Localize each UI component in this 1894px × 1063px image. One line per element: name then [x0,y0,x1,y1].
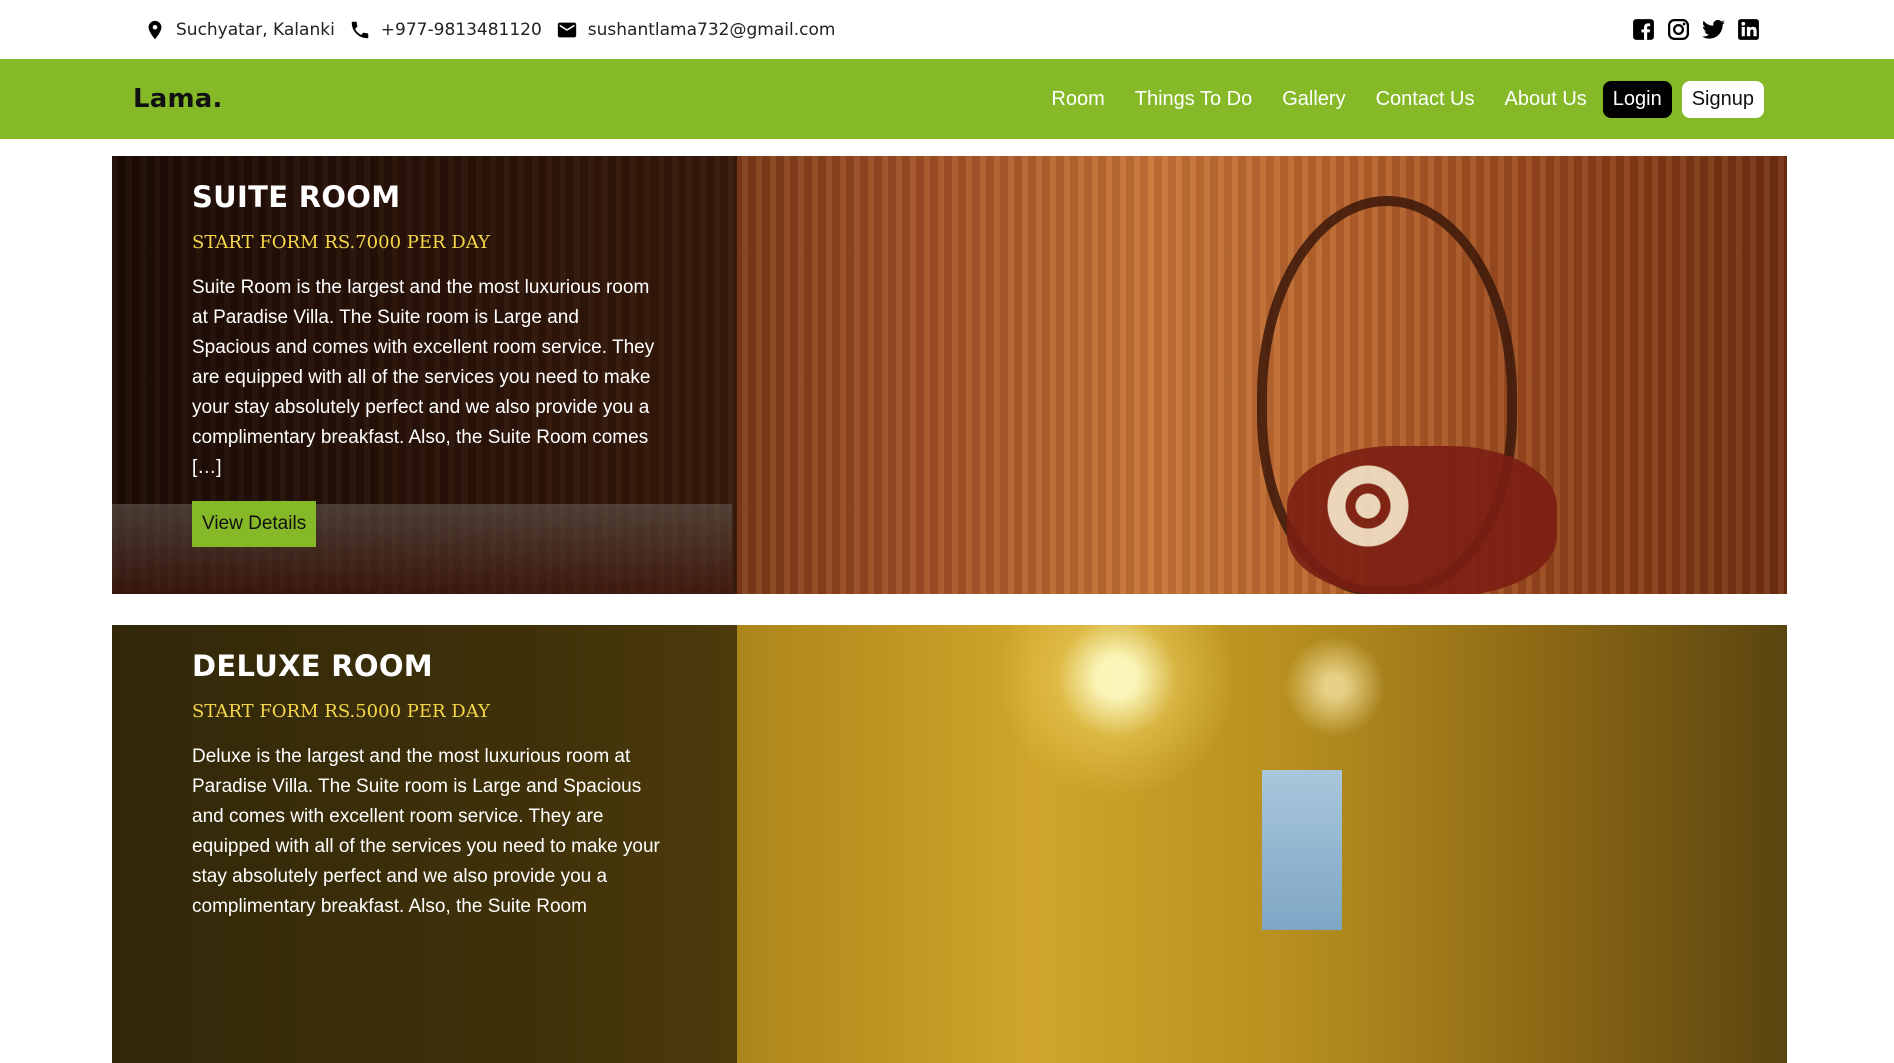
view-details-button[interactable]: View Details [192,501,317,547]
linkedin-icon[interactable] [1736,17,1761,42]
signup-button[interactable]: Signup [1681,80,1764,118]
main-navbar: Lama. Room Things To Do Gallery Contact … [0,59,1894,139]
location-icon [144,19,166,41]
room-card-suite: SUITE ROOM START FORM RS.7000 PER DAY Su… [112,156,1787,594]
nav-link-contact-us[interactable]: Contact Us [1376,88,1475,111]
room-description: Suite Room is the largest and the most l… [192,277,655,478]
room-card-content: DELUXE ROOM START FORM RS.5000 PER DAY D… [192,649,662,922]
room-title: SUITE ROOM [192,180,401,214]
phone-icon [349,19,371,41]
email-item[interactable]: sushantlama732@gmail.com [556,19,836,41]
nav-link-room[interactable]: Room [1051,88,1104,111]
top-contact-bar: Suchyatar, Kalanki +977-9813481120 susha… [0,0,1894,59]
address-text: Suchyatar, Kalanki [176,19,335,40]
room-title: DELUXE ROOM [192,649,433,683]
room-photo-cushion [1287,446,1557,594]
mail-icon [556,19,578,41]
room-price: START FORM RS.7000 PER DAY [192,232,490,253]
phone-text[interactable]: +977-9813481120 [381,20,542,40]
login-button[interactable]: Login [1602,80,1672,118]
nav-menu: Room Things To Do Gallery Contact Us Abo… [1021,80,1764,118]
twitter-icon[interactable] [1701,17,1726,42]
contact-info: Suchyatar, Kalanki +977-9813481120 susha… [144,19,839,41]
rooms-list: SUITE ROOM START FORM RS.7000 PER DAY Su… [0,139,1894,1063]
phone-item[interactable]: +977-9813481120 [349,19,542,41]
room-photo-window [1262,770,1342,930]
room-price: START FORM RS.5000 PER DAY [192,701,490,722]
facebook-icon[interactable] [1631,17,1656,42]
room-card-content: SUITE ROOM START FORM RS.7000 PER DAY Su… [192,180,662,547]
nav-link-about-us[interactable]: About Us [1505,88,1587,111]
room-description: Deluxe is the largest and the most luxur… [192,746,660,917]
brand-logo[interactable]: Lama. [133,84,223,114]
nav-link-gallery[interactable]: Gallery [1282,88,1345,111]
social-links [1631,17,1761,42]
email-text[interactable]: sushantlama732@gmail.com [588,20,836,40]
instagram-icon[interactable] [1666,17,1691,42]
address-item: Suchyatar, Kalanki [144,19,335,41]
nav-link-things-to-do[interactable]: Things To Do [1135,88,1252,111]
room-card-deluxe: DELUXE ROOM START FORM RS.5000 PER DAY D… [112,625,1787,1063]
